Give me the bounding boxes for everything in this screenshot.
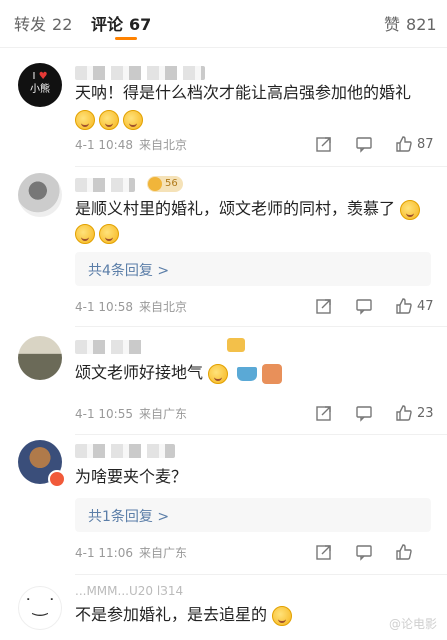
toaster-icon	[262, 363, 283, 384]
comment-actions: 23	[293, 403, 435, 423]
laughing-emoji-icon	[75, 109, 95, 130]
like-count: 47	[417, 298, 434, 314]
avatar-text-line1: I	[32, 71, 36, 82]
comment-actions: 87	[293, 134, 435, 154]
comment-actions: 47	[293, 296, 435, 316]
comment-text: 天呐！得是什么档次才能让高启强参加他的婚礼	[75, 83, 412, 102]
heart-icon: ♥	[38, 71, 48, 82]
watermark: @论电影	[388, 617, 437, 631]
tab-like[interactable]: 赞 821	[384, 11, 437, 35]
share-icon[interactable]	[315, 135, 333, 153]
tab-like-count: 821	[406, 15, 437, 34]
comment-text-row: 颂文老师好接地气	[75, 360, 283, 386]
reply-summary[interactable]: 共1条回复 >	[75, 498, 431, 532]
username-redacted[interactable]	[75, 66, 205, 80]
comment-text: 为啥要夹个麦？	[75, 467, 188, 486]
comment-icon[interactable]	[355, 543, 373, 561]
divider	[75, 434, 447, 435]
active-tab-indicator	[115, 37, 137, 40]
comment-meta: 4-1 10:55 来自广东	[75, 405, 187, 422]
tab-repost-label: 转发	[14, 15, 47, 34]
like-count: 23	[417, 405, 434, 421]
comment-actions	[293, 542, 435, 562]
comment-location: 来自广东	[139, 407, 188, 421]
avatar[interactable]: ˙‿˙	[18, 586, 62, 630]
crying-emoji-icon	[99, 223, 119, 244]
comment-icon[interactable]	[355, 404, 373, 422]
comment-text: 不是参加婚礼，是去追星的	[75, 605, 268, 624]
tab-comment-label: 评论	[91, 15, 124, 34]
comment-location: 来自北京	[139, 300, 188, 314]
divider	[75, 574, 447, 575]
tab-like-label: 赞	[384, 15, 401, 34]
avatar[interactable]: I ♥ 小熊	[18, 63, 62, 107]
comment-meta: 4-1 10:58 来自北京	[75, 298, 187, 315]
share-icon[interactable]	[315, 404, 333, 422]
username-redacted[interactable]	[75, 444, 175, 458]
comment-meta: 4-1 10:48 来自北京	[75, 136, 187, 153]
thumbs-up-icon[interactable]	[395, 543, 413, 561]
laughing-emoji-icon	[99, 109, 119, 130]
view-replies-link[interactable]: 共1条回复 >	[88, 506, 169, 526]
comment-location: 来自北京	[139, 138, 188, 152]
reply-summary[interactable]: 共4条回复 >	[75, 252, 431, 286]
laughing-emoji-icon	[123, 109, 143, 130]
like-count: 87	[417, 136, 434, 152]
badge-level: 56	[165, 178, 178, 189]
comment-meta: 4-1 11:06 来自广东	[75, 544, 187, 561]
comment-location: 来自广东	[139, 546, 188, 560]
username-partial[interactable]: ...MMM...U20 lЗ14	[75, 584, 183, 598]
tab-bar: 转发 22 评论 67 赞 821	[0, 0, 447, 48]
username-redacted[interactable]	[75, 178, 135, 192]
face-icon: ˙‿˙	[23, 596, 57, 617]
thumbs-up-icon[interactable]	[395, 297, 413, 315]
thumbs-up-icon[interactable]	[395, 135, 413, 153]
comment-text-row: 是顺义村里的婚礼，颂文老师的同村，羡慕了	[75, 196, 424, 222]
comment-icon[interactable]	[355, 135, 373, 153]
share-icon[interactable]	[315, 543, 333, 561]
comment-text: 颂文老师好接地气	[75, 363, 204, 382]
comment-time: 4-1 10:48	[75, 138, 133, 152]
crying-emoji-icon	[400, 199, 421, 220]
tab-repost[interactable]: 转发 22	[14, 11, 72, 35]
comment-time: 4-1 11:06	[75, 546, 133, 560]
emoji-row	[75, 220, 123, 246]
crown-badge-icon	[227, 338, 245, 352]
verified-badge-icon	[48, 470, 66, 488]
tab-comment-count: 67	[129, 15, 152, 34]
crying-emoji-icon	[75, 223, 95, 244]
tab-repost-count: 22	[52, 15, 73, 34]
dog-face-emoji-icon	[272, 605, 293, 626]
teacup-icon	[237, 366, 258, 381]
avatar[interactable]	[18, 336, 62, 380]
divider	[75, 326, 447, 327]
tab-comment[interactable]: 评论 67	[91, 11, 151, 35]
share-icon[interactable]	[315, 297, 333, 315]
comment-text-row: 不是参加婚礼，是去追星的	[75, 602, 296, 628]
shocked-emoji-icon	[208, 363, 229, 384]
badge-icon	[148, 177, 162, 191]
avatar[interactable]	[18, 173, 62, 217]
emoji-row	[75, 106, 147, 132]
thumbs-up-icon[interactable]	[395, 404, 413, 422]
comment-time: 4-1 10:58	[75, 300, 133, 314]
avatar-text-line2: 小熊	[30, 84, 50, 95]
comment-text: 是顺义村里的婚礼，颂文老师的同村，羡慕了	[75, 199, 396, 218]
username-redacted[interactable]	[75, 340, 145, 354]
divider	[75, 166, 447, 167]
comment-time: 4-1 10:55	[75, 407, 133, 421]
view-replies-link[interactable]: 共4条回复 >	[88, 260, 169, 280]
level-badge: 56	[147, 176, 183, 192]
comment-icon[interactable]	[355, 297, 373, 315]
